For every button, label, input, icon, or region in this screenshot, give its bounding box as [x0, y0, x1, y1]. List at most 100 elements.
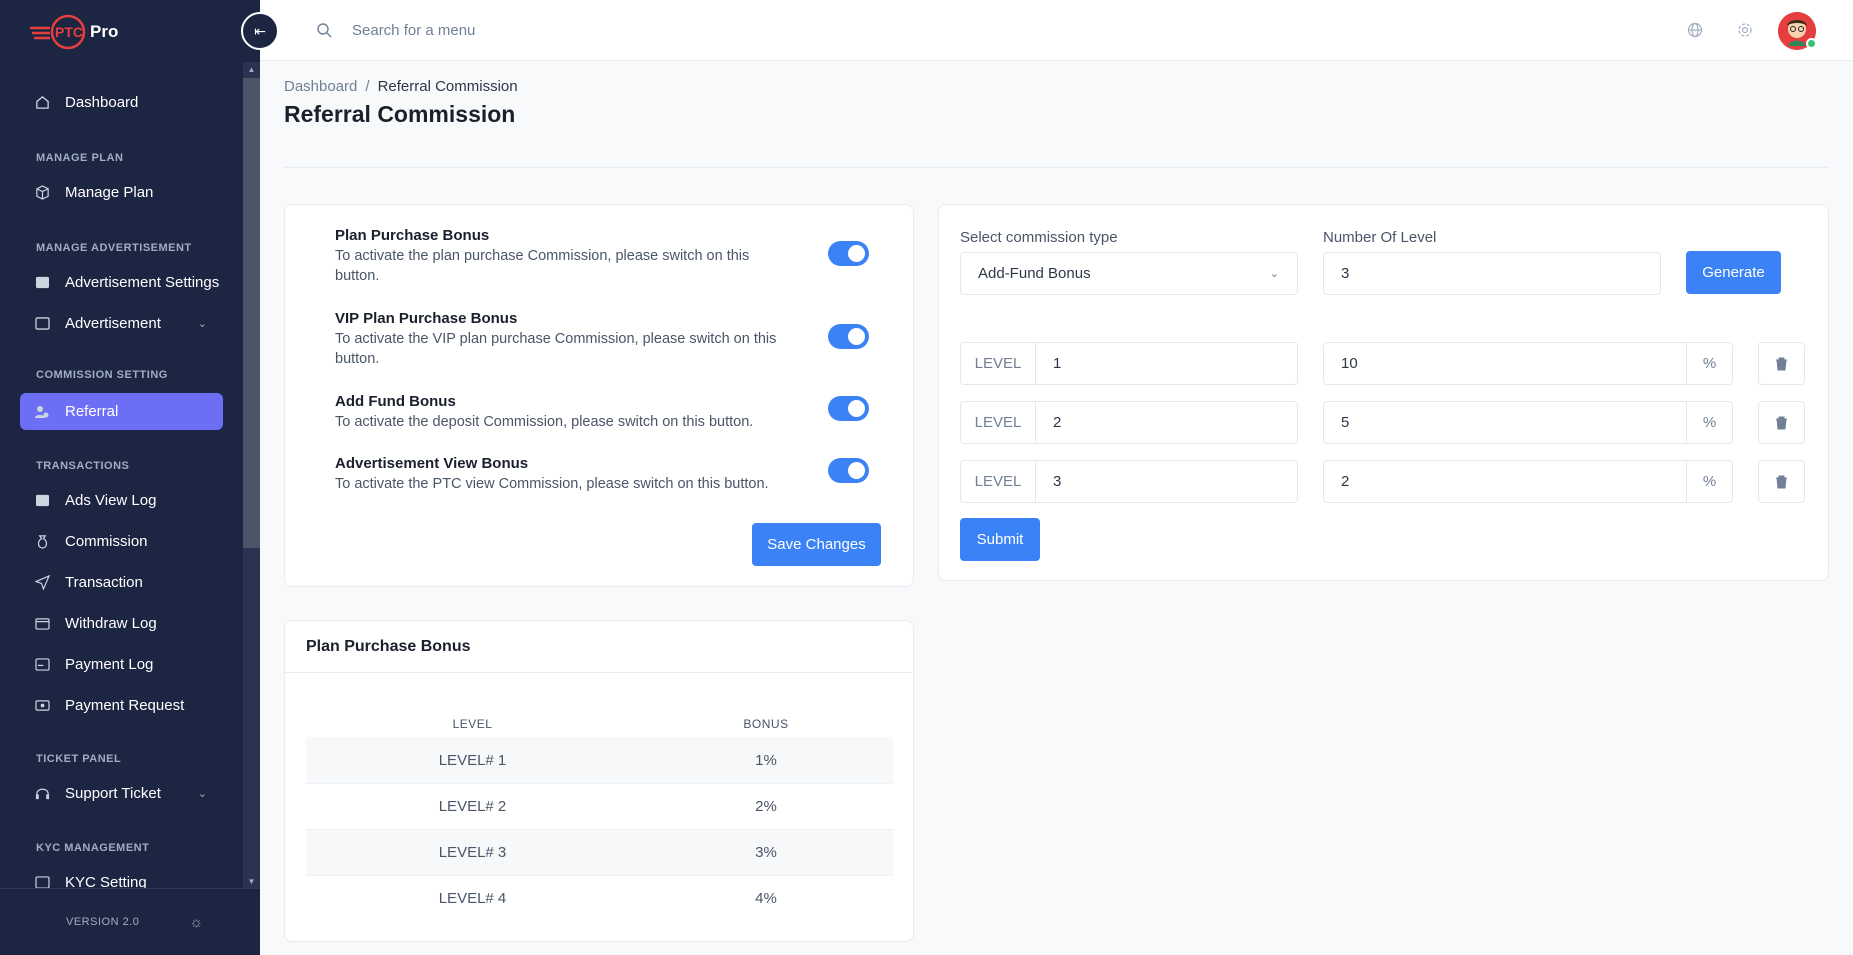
search-input[interactable]	[352, 18, 752, 42]
level-percent-input[interactable]: 10	[1323, 342, 1687, 385]
sidebar-item-label: Payment Log	[65, 656, 154, 673]
commission-form-card: Select commission type Add-Fund Bonus ⌄ …	[938, 204, 1829, 581]
logo-mark-icon: PTC	[30, 14, 86, 50]
sidebar-item-label: Manage Plan	[65, 184, 154, 201]
theme-toggle-icon[interactable]: ☼	[189, 914, 203, 931]
cell-level: LEVEL# 4	[438, 890, 507, 907]
scroll-down-icon[interactable]: ▼	[243, 874, 260, 888]
sidebar-item-dashboard[interactable]: Dashboard	[20, 84, 223, 121]
ad-icon	[34, 316, 50, 332]
send-icon	[34, 575, 50, 591]
sidebar-item-advertisement-settings[interactable]: Advertisement Settings	[20, 264, 223, 301]
sidebar-item-support-ticket[interactable]: Support Ticket ⌄	[20, 775, 223, 812]
id-icon	[34, 875, 50, 888]
advertisement-view-bonus-toggle[interactable]	[828, 458, 869, 483]
sidebar-item-transaction[interactable]: Transaction	[20, 564, 223, 601]
online-status-dot	[1806, 38, 1817, 49]
sidebar-nav: Dashboard MANAGE PLAN Manage Plan MANAGE…	[0, 62, 243, 888]
level-percent-input[interactable]: 2	[1323, 460, 1687, 503]
trash-icon	[1776, 475, 1787, 488]
level-percent-value: 10	[1341, 355, 1358, 372]
vip-plan-purchase-bonus-toggle[interactable]	[828, 324, 869, 349]
table-row: LEVEL# 3 3%	[306, 829, 893, 875]
cell-bonus: 4%	[755, 890, 777, 907]
page-title: Referral Commission	[284, 101, 516, 127]
logo-text: Pro	[90, 22, 119, 41]
bonus-description: To activate the deposit Commission, plea…	[335, 414, 754, 430]
wallet-icon	[34, 616, 50, 632]
sidebar-item-label: Referral	[65, 403, 119, 420]
sidebar-item-commission[interactable]: Commission	[20, 523, 223, 560]
scroll-thumb[interactable]	[243, 78, 260, 548]
column-header-bonus: BONUS	[743, 717, 789, 731]
table-card-divider	[285, 672, 913, 673]
collapse-sidebar-button[interactable]: ⇤	[241, 12, 279, 50]
level-prefix: LEVEL	[960, 401, 1036, 444]
table-row: LEVEL# 4 4%	[306, 875, 893, 921]
delete-row-button[interactable]	[1758, 460, 1805, 503]
breadcrumb-home-link[interactable]: Dashboard	[284, 78, 357, 95]
sidebar-item-advertisement[interactable]: Advertisement ⌄	[20, 305, 223, 342]
cell-level: LEVEL# 2	[438, 798, 507, 815]
add-fund-bonus-toggle[interactable]	[828, 396, 869, 421]
sidebar-item-payment-log[interactable]: Payment Log	[20, 646, 223, 683]
level-number-input[interactable]: 2	[1035, 401, 1298, 444]
cell-bonus: 2%	[755, 798, 777, 815]
submit-button[interactable]: Submit	[960, 518, 1040, 561]
level-number-value: 1	[1053, 355, 1062, 372]
level-number-input[interactable]: 1	[1035, 342, 1298, 385]
sidebar-item-withdraw-log[interactable]: Withdraw Log	[20, 605, 223, 642]
commission-type-value: Add-Fund Bonus	[978, 265, 1091, 282]
bonus-title: Advertisement View Bonus	[335, 455, 529, 472]
commission-type-select[interactable]: Add-Fund Bonus ⌄	[960, 252, 1298, 295]
sidebar-item-ads-view-log[interactable]: Ads View Log	[20, 482, 223, 519]
level-percent-input[interactable]: 5	[1323, 401, 1687, 444]
home-icon	[34, 95, 50, 111]
sidebar-item-referral[interactable]: Referral	[20, 393, 223, 430]
sidebar-scrollbar[interactable]: ▲ ▼	[243, 62, 260, 888]
cash-icon	[34, 698, 50, 714]
generate-button[interactable]: Generate	[1686, 251, 1781, 294]
percent-suffix: %	[1686, 401, 1733, 444]
globe-icon[interactable]	[1687, 22, 1703, 43]
section-kyc-management: KYC MANAGEMENT	[36, 842, 150, 854]
sidebar-item-manage-plan[interactable]: Manage Plan	[20, 174, 223, 211]
cell-level: LEVEL# 1	[438, 751, 507, 769]
brand-logo[interactable]: PTC Pro	[28, 12, 118, 52]
gear-icon[interactable]	[1737, 22, 1753, 43]
save-changes-button[interactable]: Save Changes	[752, 523, 881, 566]
commission-type-label: Select commission type	[960, 229, 1118, 246]
sidebar: PTC Pro Dashboard MANAGE PLAN Manage Pla…	[0, 0, 260, 955]
title-divider	[284, 167, 1829, 168]
card-icon	[34, 657, 50, 673]
sidebar-item-label: KYC Setting	[65, 874, 147, 888]
table-card-title: Plan Purchase Bonus	[306, 638, 471, 655]
delete-row-button[interactable]	[1758, 342, 1805, 385]
section-manage-plan: MANAGE PLAN	[36, 152, 124, 164]
sidebar-item-payment-request[interactable]: Payment Request	[20, 687, 223, 724]
level-percent-value: 5	[1341, 414, 1350, 431]
sidebar-item-label: Advertisement	[65, 315, 161, 332]
sidebar-item-label: Payment Request	[65, 697, 185, 714]
sidebar-item-label: Transaction	[65, 574, 143, 591]
level-number-input[interactable]: 3	[1035, 460, 1298, 503]
table-row: LEVEL# 2 2%	[306, 783, 893, 829]
bonus-vip-plan-purchase: VIP Plan Purchase Bonus To activate the …	[335, 310, 865, 369]
number-of-level-input[interactable]: 3	[1323, 252, 1661, 295]
sidebar-footer: VERSION 2.0 ☼	[0, 888, 260, 955]
sidebar-item-label: Support Ticket	[65, 785, 161, 802]
number-of-level-label: Number Of Level	[1323, 229, 1437, 246]
sidebar-item-kyc-setting[interactable]: KYC Setting	[20, 864, 223, 888]
scroll-up-icon[interactable]: ▲	[243, 62, 260, 76]
plan-purchase-bonus-toggle[interactable]	[828, 241, 869, 266]
chevron-down-icon: ⌄	[197, 318, 207, 330]
column-header-level: LEVEL	[452, 717, 493, 731]
collapse-arrow-icon: ⇤	[254, 22, 266, 39]
section-transactions: TRANSACTIONS	[36, 460, 130, 472]
bonus-add-fund: Add Fund Bonus To activate the deposit C…	[335, 393, 865, 432]
percent-suffix: %	[1686, 342, 1733, 385]
bonus-title: Plan Purchase Bonus	[335, 227, 490, 244]
delete-row-button[interactable]	[1758, 401, 1805, 444]
bonus-settings-card: Plan Purchase Bonus To activate the plan…	[284, 204, 914, 587]
topbar	[260, 0, 1853, 61]
